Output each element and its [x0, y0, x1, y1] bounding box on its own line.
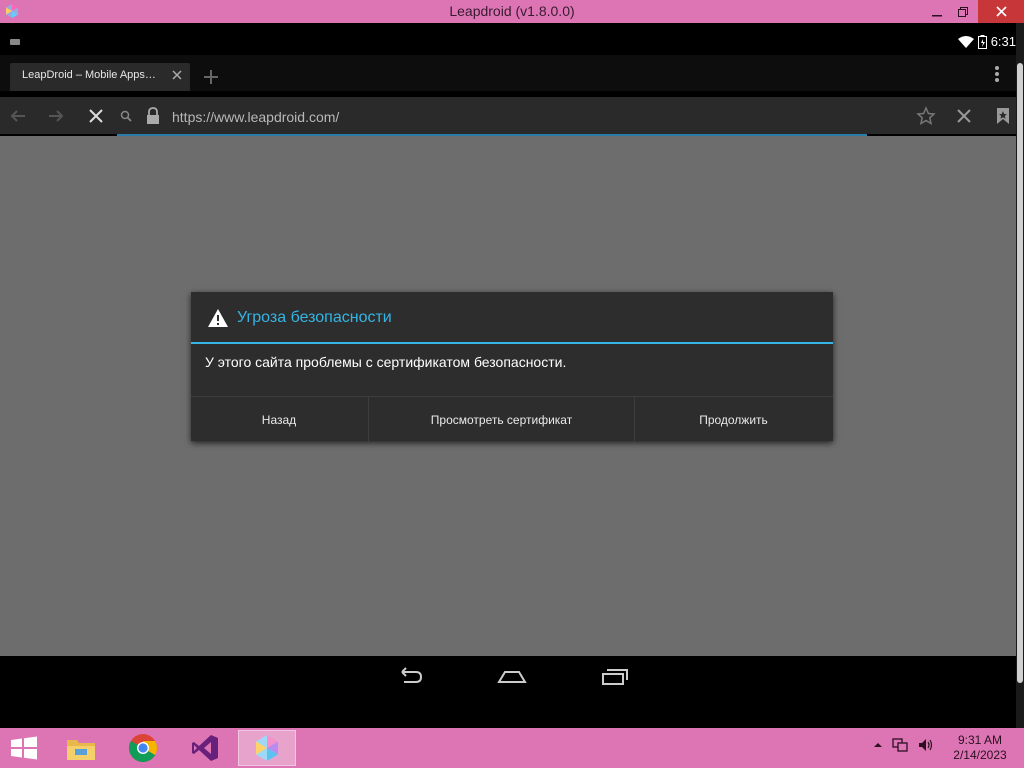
back-button[interactable]: Назад: [191, 397, 367, 442]
clear-url-icon[interactable]: [954, 106, 974, 126]
forward-arrow-icon[interactable]: [46, 106, 66, 126]
restore-icon: [958, 6, 968, 17]
security-warning-dialog: Угроза безопасности У этого сайта пробле…: [191, 292, 833, 442]
show-hidden-icons-icon[interactable]: [874, 741, 882, 749]
system-tray: [874, 738, 934, 752]
status-time: 6:31: [990, 34, 1016, 49]
clock-time: 9:31 AM: [957, 733, 1003, 747]
chrome-icon: [129, 734, 157, 762]
tab-close-icon[interactable]: [170, 68, 184, 82]
dialog-title-divider: [191, 342, 833, 344]
windows-start-icon[interactable]: [10, 736, 38, 760]
browser-tab[interactable]: LeapDroid – Mobile Apps…: [10, 63, 190, 91]
taskbar-file-explorer[interactable]: [54, 730, 108, 766]
dialog-title: Угроза безопасности: [237, 309, 392, 326]
scrollbar-thumb[interactable]: [1017, 63, 1023, 683]
dialog-message: У этого сайта проблемы с сертификатом бе…: [205, 354, 567, 370]
window-title: Leapdroid (v1.8.0.0): [449, 3, 575, 19]
taskbar-chrome[interactable]: [116, 730, 170, 766]
tab-title: LeapDroid – Mobile Apps…: [22, 69, 156, 81]
emulator-scrollbar[interactable]: [1016, 23, 1024, 728]
windows-taskbar: 9:31 AM 2/14/2023: [0, 728, 1024, 768]
nav-back-icon[interactable]: [394, 664, 426, 688]
url-input[interactable]: [170, 106, 774, 128]
wifi-icon: [957, 35, 974, 48]
warning-icon: [208, 309, 228, 327]
bookmarks-icon[interactable]: [994, 106, 1012, 126]
continue-button[interactable]: Продолжить: [634, 397, 833, 442]
view-certificate-button[interactable]: Просмотреть сертификат: [368, 397, 635, 442]
network-icon[interactable]: [892, 738, 908, 752]
taskbar-clock[interactable]: 9:31 AM 2/14/2023: [948, 733, 1012, 763]
window-title-bar: Leapdroid (v1.8.0.0): [0, 0, 1024, 23]
taskbar-leapdroid[interactable]: [238, 730, 296, 766]
notification-icon: [10, 39, 20, 45]
new-tab-icon[interactable]: [201, 67, 221, 87]
taskbar-visual-studio[interactable]: [178, 730, 232, 766]
stop-loading-icon[interactable]: [86, 106, 106, 126]
browser-tab-strip: LeapDroid – Mobile Apps…: [0, 55, 1016, 91]
visual-studio-icon: [192, 735, 218, 761]
nav-home-icon[interactable]: [496, 664, 528, 688]
clock-date: 2/14/2023: [953, 748, 1007, 762]
leapdroid-icon: [256, 735, 278, 761]
restore-button[interactable]: [948, 0, 978, 23]
folder-icon: [67, 740, 95, 760]
nav-recent-apps-icon[interactable]: [598, 664, 630, 688]
android-status-bar: 6:31: [0, 31, 1016, 53]
lock-icon: [147, 107, 159, 124]
back-arrow-icon[interactable]: [8, 106, 28, 126]
browser-url-bar: [0, 97, 1016, 134]
overflow-menu-icon[interactable]: [992, 64, 1002, 84]
volume-icon[interactable]: [918, 738, 934, 752]
dialog-button-row: Назад Просмотреть сертификат Продолжить: [191, 396, 833, 442]
minimize-icon: [932, 14, 942, 16]
search-icon: [120, 110, 132, 122]
battery-icon: [977, 34, 987, 49]
android-nav-bar: [0, 656, 1016, 696]
close-icon: [995, 6, 1007, 17]
close-window-button[interactable]: [978, 0, 1024, 23]
bookmark-star-icon[interactable]: [916, 106, 936, 126]
